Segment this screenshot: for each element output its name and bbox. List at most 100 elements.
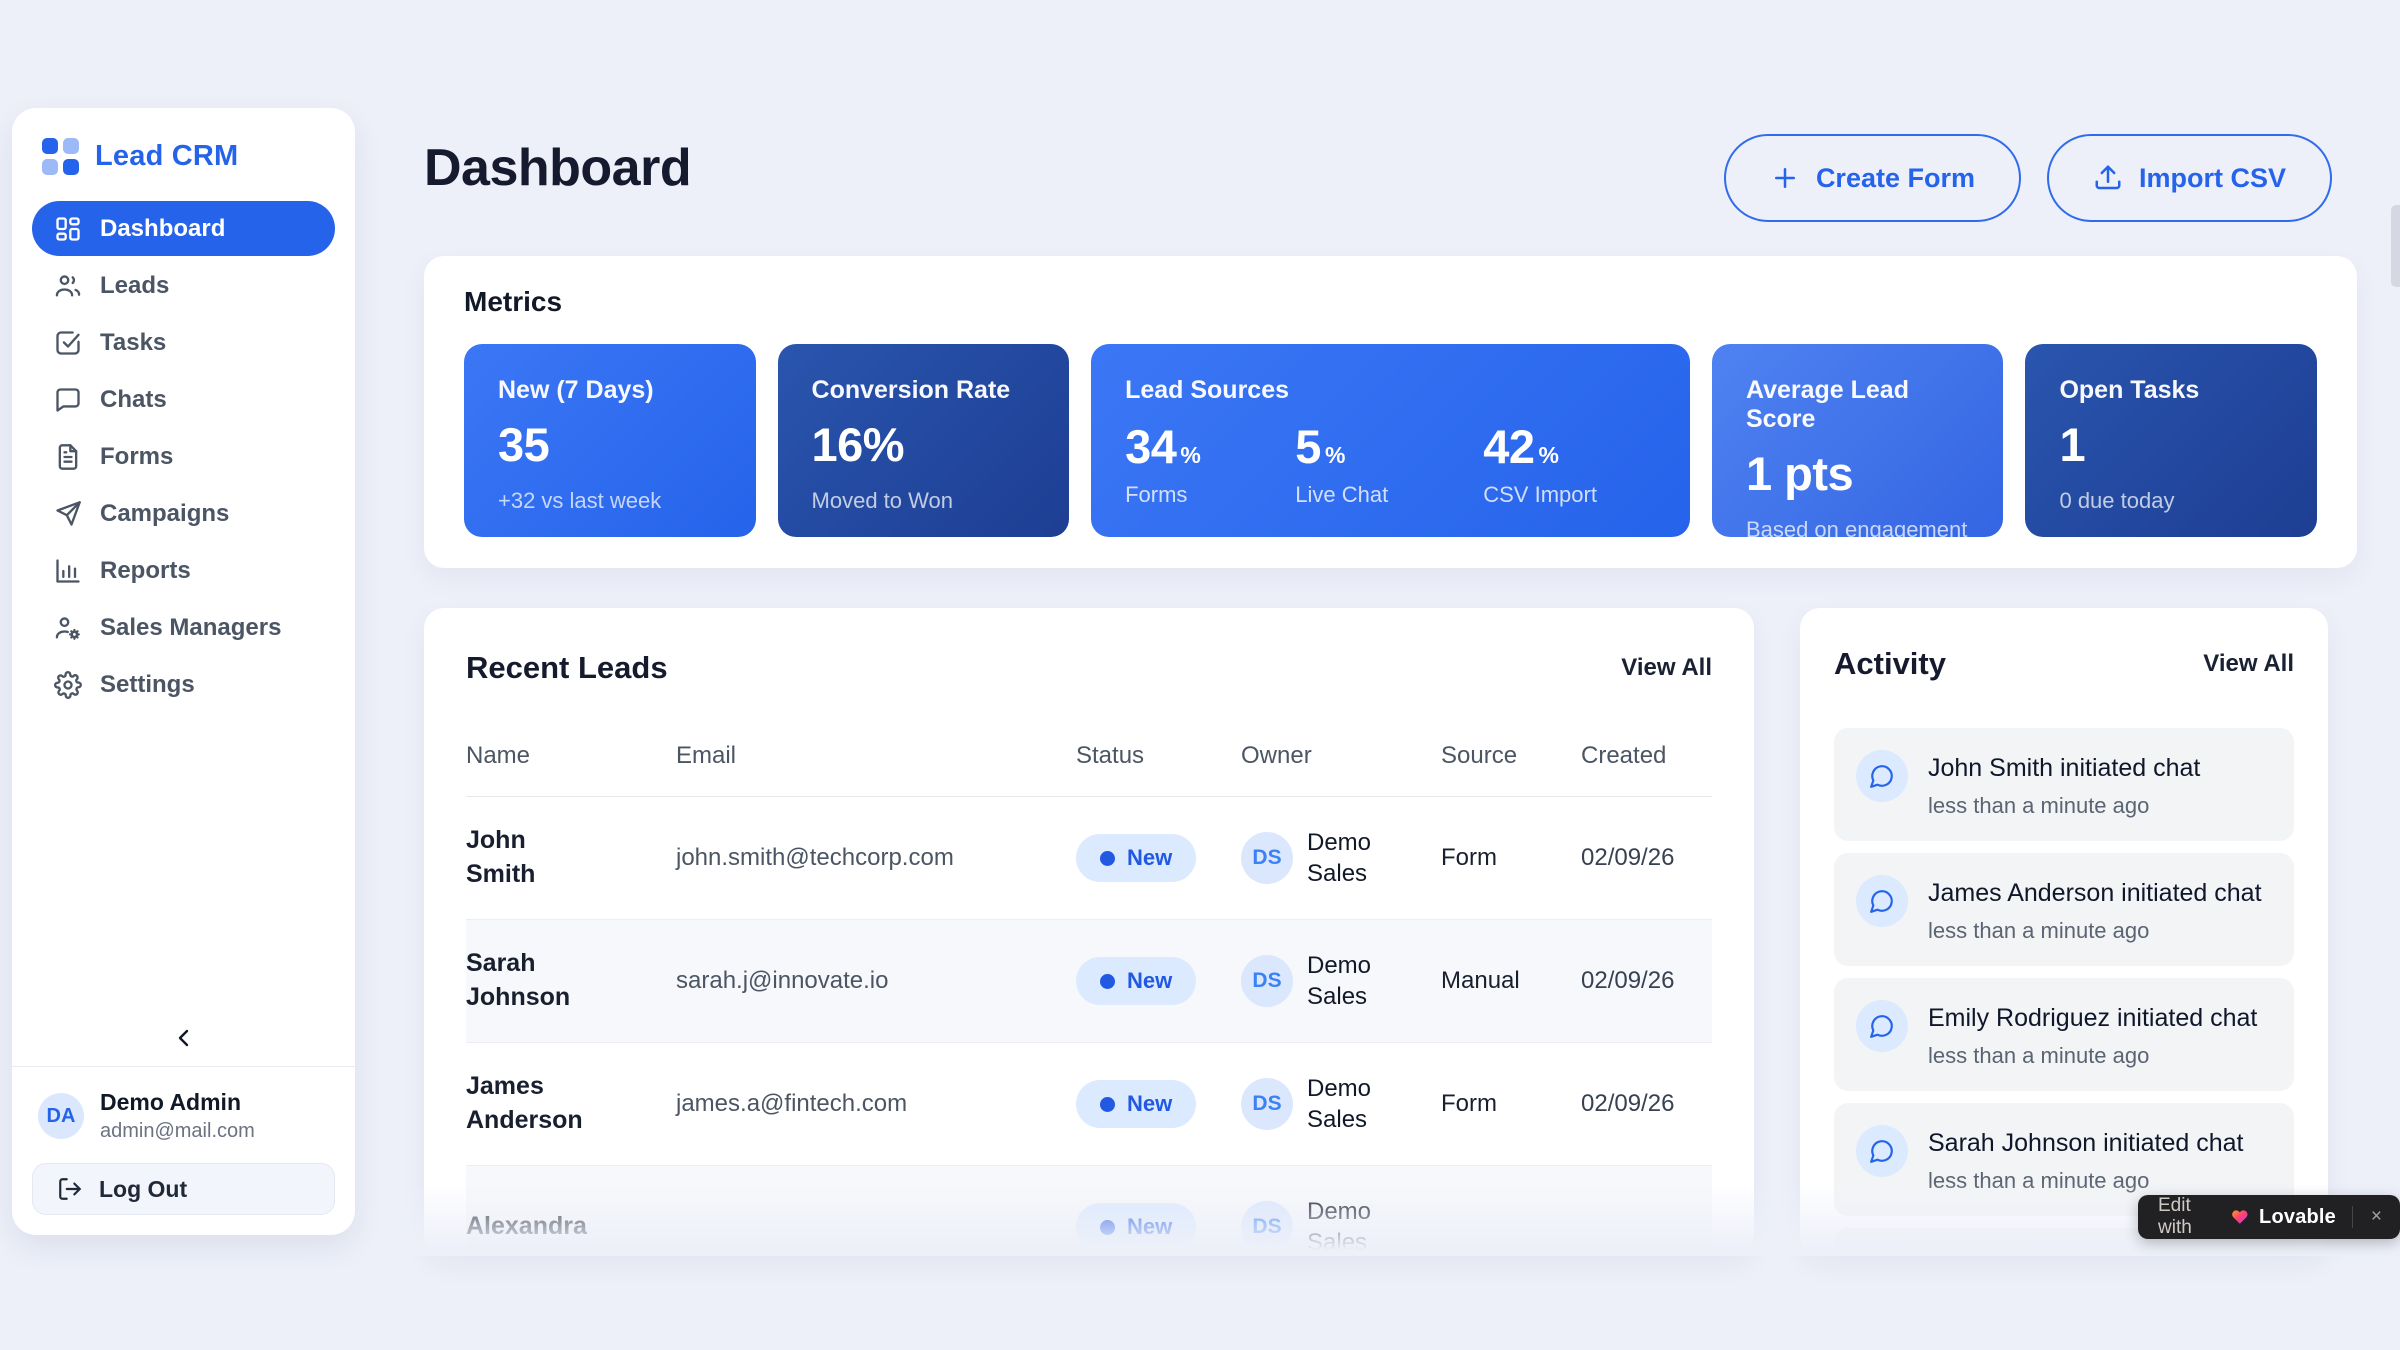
list-item: Emily Rodriguez initiated chatless than … [1834,978,2294,1091]
send-icon [54,500,82,528]
col-owner: Owner [1241,724,1441,797]
badge-brand: Lovable [2259,1206,2336,1229]
stat-live-chat: 5% Live Chat [1295,419,1388,508]
metric-label: Lead Sources [1125,376,1656,405]
activity-view-all[interactable]: View All [2203,650,2294,678]
metric-value: 1 [2059,417,2283,472]
sidebar-item-label: Settings [100,671,195,699]
header-actions: Create Form Import CSV [1724,134,2332,222]
chevron-left-icon [172,1026,196,1050]
upload-icon [2093,163,2123,193]
status-dot-icon [1100,1220,1115,1235]
list-item: James Anderson initiated chatless than a… [1834,853,2294,966]
metric-card-open-tasks: Open Tasks 1 0 due today [2025,344,2317,537]
user-email: admin@mail.com [100,1120,255,1143]
metrics-heading: Metrics [464,286,2317,318]
status-badge: New [1076,957,1196,1005]
dashboard-icon [54,215,82,243]
col-email: Email [676,724,1076,797]
sidebar-item-label: Campaigns [100,500,229,528]
recent-leads-card: Recent Leads View All Name Email Status … [424,608,1754,1255]
metrics-row: New (7 Days) 35 +32 vs last week Convers… [464,344,2317,537]
user-profile: DA Demo Admin admin@mail.com [32,1067,335,1163]
file-text-icon [54,443,82,471]
metric-card-conversion-rate: Conversion Rate 16% Moved to Won [778,344,1070,537]
stat-forms: 34% Forms [1125,419,1200,508]
sidebar-item-label: Forms [100,443,173,471]
chat-bubble-icon [1856,875,1908,927]
table-row[interactable]: James Anderson james.a@fintech.com New D… [466,1043,1712,1166]
users-icon [54,272,82,300]
sidebar-item-forms[interactable]: Forms [32,429,335,484]
col-name: Name [466,724,676,797]
chat-bubble-icon [1856,750,1908,802]
create-form-label: Create Form [1816,163,1975,194]
recent-leads-title: Recent Leads [466,650,668,686]
metric-card-new-7-days: New (7 Days) 35 +32 vs last week [464,344,756,537]
recent-leads-view-all[interactable]: View All [1621,654,1712,682]
app-logo: Lead CRM [32,130,335,201]
sidebar-item-campaigns[interactable]: Campaigns [32,486,335,541]
metrics-panel: Metrics New (7 Days) 35 +32 vs last week… [424,256,2357,568]
table-row[interactable]: John Smith john.smith@techcorp.com New D… [466,797,1712,920]
sidebar-item-label: Chats [100,386,167,414]
status-badge: New [1076,1203,1196,1251]
status-badge: New [1076,834,1196,882]
create-form-button[interactable]: Create Form [1724,134,2021,222]
user-gear-icon [54,614,82,642]
metric-sub: 0 due today [2059,488,2283,514]
sidebar-item-label: Dashboard [100,215,225,243]
owner-avatar: DS [1241,1078,1293,1130]
sidebar-item-settings[interactable]: Settings [32,657,335,712]
activity-list: John Smith initiated chatless than a min… [1834,728,2294,1255]
sidebar-item-dashboard[interactable]: Dashboard [32,201,335,256]
metric-card-lead-sources: Lead Sources 34% Forms 5% Live Chat 42% … [1091,344,1690,537]
metric-label: Open Tasks [2059,376,2283,405]
page-title: Dashboard [424,138,691,198]
plus-icon [1770,163,1800,193]
metric-label: New (7 Days) [498,376,722,405]
owner-avatar: DS [1241,955,1293,1007]
sidebar-item-label: Reports [100,557,191,585]
logo-grid-icon [42,138,79,175]
logout-button[interactable]: Log Out [32,1163,335,1215]
table-row[interactable]: Sarah Johnson sarah.j@innovate.io New DS… [466,920,1712,1043]
sidebar-item-chats[interactable]: Chats [32,372,335,427]
stat-csv-import: 42% CSV Import [1483,419,1597,508]
owner-avatar: DS [1241,1201,1293,1253]
message-square-icon [54,386,82,414]
gear-icon [54,671,82,699]
status-dot-icon [1100,1097,1115,1112]
sidebar-item-reports[interactable]: Reports [32,543,335,598]
metric-value: 1 pts [1746,446,1970,501]
sidebar-item-leads[interactable]: Leads [32,258,335,313]
sidebar-item-sales-managers[interactable]: Sales Managers [32,600,335,655]
user-name: Demo Admin [100,1089,255,1116]
lovable-heart-icon [2231,1207,2249,1227]
metric-label: Conversion Rate [812,376,1036,405]
close-icon[interactable]: × [2369,1206,2384,1228]
edit-with-lovable-badge[interactable]: Edit with Lovable × [2138,1195,2400,1239]
metric-sub: +32 vs last week [498,488,722,514]
status-badge: New [1076,1080,1196,1128]
import-csv-button[interactable]: Import CSV [2047,134,2332,222]
metric-card-average-lead-score: Average Lead Score 1 pts Based on engage… [1712,344,2004,537]
logout-icon [57,1176,83,1202]
status-dot-icon [1100,974,1115,989]
badge-separator [2352,1206,2353,1228]
check-square-icon [54,329,82,357]
logout-label: Log Out [99,1176,187,1203]
import-csv-label: Import CSV [2139,163,2286,194]
scrollbar-thumb[interactable] [2391,205,2400,287]
sidebar-item-label: Tasks [100,329,166,357]
activity-card: Activity View All John Smith initiated c… [1800,608,2328,1255]
table-row[interactable]: Alexandra New DSDemo Sales [466,1166,1712,1256]
metric-label: Average Lead Score [1746,376,1970,434]
activity-title: Activity [1834,646,1946,682]
sidebar-collapse-button[interactable] [32,1016,335,1066]
badge-prefix: Edit with [2158,1195,2221,1239]
sidebar-item-tasks[interactable]: Tasks [32,315,335,370]
list-item: John Smith initiated chatless than a min… [1834,728,2294,841]
metric-sub: Based on engagement [1746,517,1970,543]
col-source: Source [1441,724,1581,797]
